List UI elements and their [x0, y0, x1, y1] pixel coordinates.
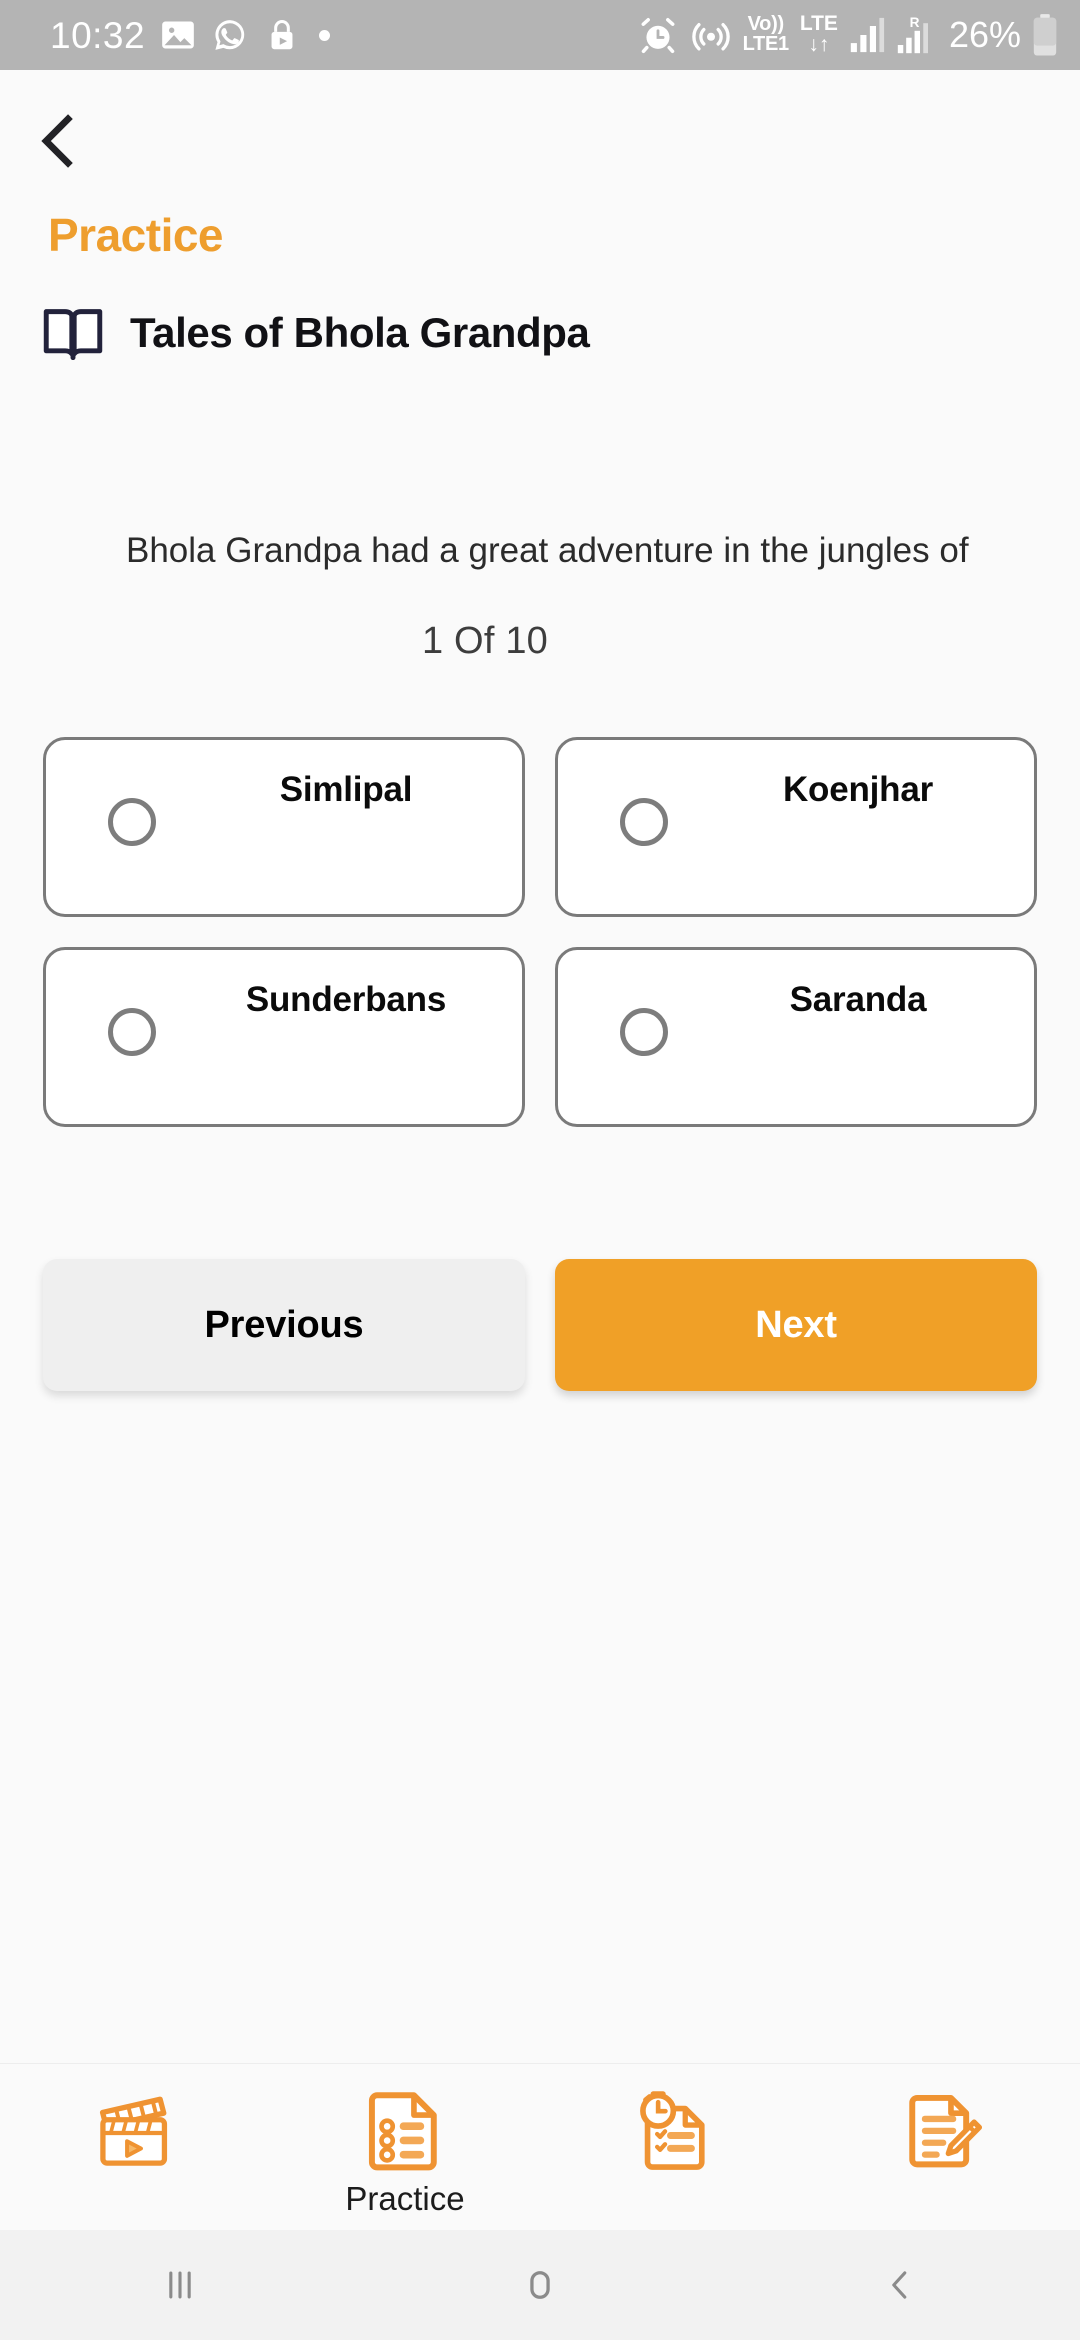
- option-card[interactable]: Sunderbans: [43, 947, 525, 1128]
- recents-icon: [169, 2271, 191, 2299]
- question-text: Bhola Grandpa had a great adventure in t…: [126, 531, 969, 570]
- tab-practice[interactable]: Practice: [270, 2064, 540, 2218]
- tab-videos[interactable]: [0, 2064, 270, 2180]
- alarm-icon: [641, 18, 675, 54]
- whatsapp-icon: [215, 20, 245, 50]
- sysnav-recents[interactable]: [0, 2263, 360, 2307]
- hotspot-icon: [691, 23, 730, 51]
- status-bar: 10:32 Vo)) LTE1 LTE ↓↑ R 26%: [0, 0, 1080, 70]
- signal-bars-sim2-roaming-icon: R: [897, 15, 928, 54]
- option-card[interactable]: Simlipal: [43, 737, 525, 918]
- video-clapperboard-icon: [99, 2096, 168, 2166]
- options-grid: Simlipal Koenjhar Sunderbans Saranda: [43, 737, 1037, 1128]
- status-bar-left: 10:32: [50, 16, 637, 54]
- gallery-icon: [162, 21, 194, 49]
- question-block: Bhola Grandpa had a great adventure in t…: [0, 528, 1080, 663]
- battery-icon: [1033, 14, 1057, 56]
- sysnav-home[interactable]: [360, 2263, 720, 2307]
- back-icon: [892, 2271, 907, 2299]
- open-book-icon: [43, 309, 103, 360]
- play-store-lock-icon: [271, 20, 293, 50]
- practice-document-icon: [368, 2092, 437, 2171]
- notes-edit-icon: [909, 2094, 983, 2168]
- option-label: Koenjhar: [782, 770, 934, 810]
- sysnav-back[interactable]: [720, 2263, 1080, 2307]
- status-clock: 10:32: [50, 14, 146, 56]
- app-content: Practice Tales of Bhola Grandpa Bhola Gr…: [0, 70, 1080, 2075]
- timed-test-clipboard-icon: [640, 2091, 705, 2170]
- radio-button[interactable]: [108, 1008, 156, 1057]
- data-arrows-icon: ↓↑: [808, 33, 830, 56]
- battery-percent-label: 26%: [948, 14, 1021, 55]
- next-button[interactable]: Next: [555, 1259, 1037, 1392]
- tab-timed-test[interactable]: [540, 2064, 810, 2180]
- page-title: Practice: [48, 209, 224, 261]
- svg-text:R: R: [910, 15, 920, 30]
- lesson-title-row: Tales of Bhola Grandpa: [42, 306, 1080, 360]
- lte-label: LTE: [799, 12, 838, 36]
- navigation-buttons: Previous Next: [43, 1259, 1037, 1392]
- option-label: Simlipal: [279, 770, 413, 810]
- lesson-title: Tales of Bhola Grandpa: [130, 309, 590, 356]
- radio-button[interactable]: [108, 798, 156, 847]
- option-card[interactable]: Koenjhar: [555, 737, 1037, 918]
- tab-label: Practice: [345, 2180, 465, 2217]
- radio-button[interactable]: [620, 798, 668, 847]
- volte-label-bottom: LTE1: [742, 33, 790, 55]
- radio-button[interactable]: [620, 1008, 668, 1057]
- lte-indicator: LTE ↓↑: [800, 14, 838, 55]
- bottom-tab-bar: Practice: [0, 2063, 1080, 2230]
- back-row: [0, 70, 1080, 172]
- home-icon: [530, 2271, 550, 2299]
- volte-indicator: Vo)) LTE1: [742, 15, 790, 55]
- previous-button[interactable]: Previous: [43, 1259, 525, 1392]
- status-bar-right: Vo)) LTE1 LTE ↓↑ R 26%: [637, 13, 1058, 57]
- option-label: Saranda: [789, 980, 927, 1020]
- question-counter: 1 Of 10: [421, 620, 549, 663]
- android-system-nav: [0, 2230, 1080, 2340]
- phone-screen: 10:32 Vo)) LTE1 LTE ↓↑ R 26% Practice Ta…: [0, 0, 1080, 2340]
- option-card[interactable]: Saranda: [555, 947, 1037, 1128]
- chevron-left-icon[interactable]: [28, 110, 90, 172]
- option-label: Sunderbans: [245, 980, 447, 1020]
- tab-notes[interactable]: [810, 2064, 1080, 2180]
- dot-indicator: [319, 29, 331, 41]
- signal-bars-sim1-icon: [850, 17, 885, 53]
